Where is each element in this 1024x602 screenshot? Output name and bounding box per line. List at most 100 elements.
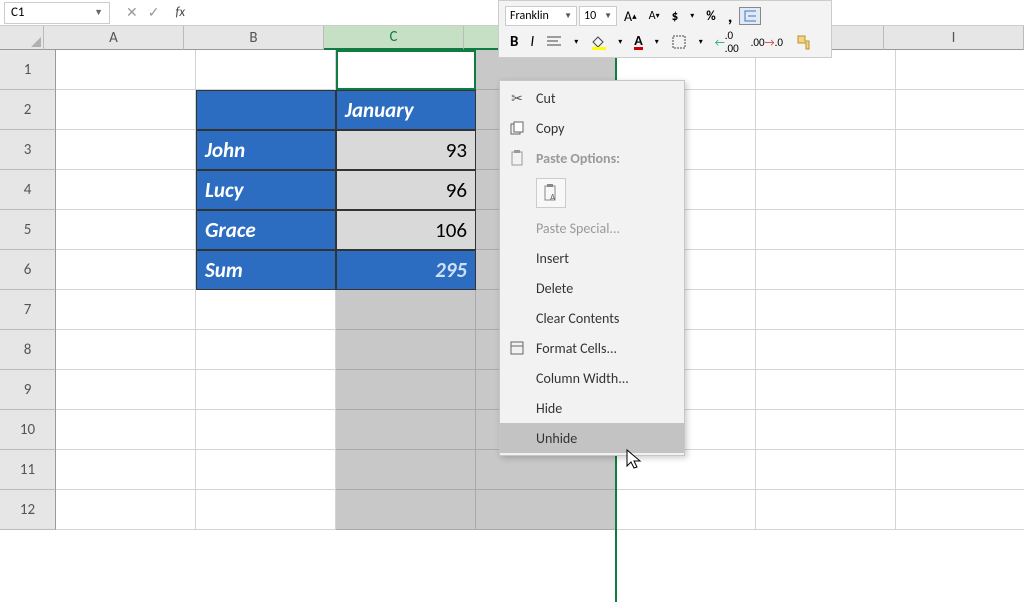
font-dropdown[interactable]: Franklin ▼: [505, 6, 577, 26]
cell[interactable]: [196, 330, 336, 370]
cell[interactable]: [56, 250, 196, 290]
row-header[interactable]: 10: [0, 410, 56, 450]
fx-label[interactable]: fx: [175, 5, 185, 20]
cell[interactable]: [756, 170, 896, 210]
borders-icon[interactable]: [666, 31, 692, 53]
cell[interactable]: [196, 50, 336, 90]
cell-name-lucy[interactable]: Lucy: [196, 170, 336, 210]
col-header-c[interactable]: C: [324, 26, 464, 50]
menu-paste-special[interactable]: Paste Special...: [500, 213, 684, 243]
currency-arrow-icon[interactable]: ▾: [685, 8, 699, 24]
align-arrow-icon[interactable]: ▾: [569, 34, 583, 50]
font-color-arrow-icon[interactable]: ▾: [650, 34, 664, 50]
cell[interactable]: [336, 370, 476, 410]
cell[interactable]: [56, 90, 196, 130]
cell[interactable]: [56, 370, 196, 410]
cell-header-january[interactable]: January: [336, 90, 476, 130]
menu-copy[interactable]: Copy: [500, 113, 684, 143]
cell[interactable]: [616, 490, 756, 530]
cell[interactable]: [196, 490, 336, 530]
cell[interactable]: [56, 50, 196, 90]
row-header[interactable]: 1: [0, 50, 56, 90]
percent-icon[interactable]: %: [701, 6, 720, 27]
increase-font-icon[interactable]: A▴: [619, 5, 642, 28]
cell[interactable]: [56, 410, 196, 450]
cell[interactable]: [756, 90, 896, 130]
cell[interactable]: [756, 490, 896, 530]
cell[interactable]: [896, 450, 1024, 490]
row-header[interactable]: 7: [0, 290, 56, 330]
cell[interactable]: [756, 330, 896, 370]
cell[interactable]: [896, 90, 1024, 130]
col-header-a[interactable]: A: [44, 26, 184, 50]
cancel-formula-icon[interactable]: ✕: [126, 4, 138, 21]
font-size-dropdown[interactable]: 10 ▼: [579, 6, 617, 26]
col-header-i[interactable]: I: [884, 26, 1024, 50]
cell[interactable]: [896, 490, 1024, 530]
currency-icon[interactable]: $: [667, 6, 684, 27]
italic-icon[interactable]: I: [525, 30, 539, 54]
cell[interactable]: [896, 330, 1024, 370]
cell[interactable]: [196, 290, 336, 330]
cell[interactable]: [896, 170, 1024, 210]
cell[interactable]: [336, 490, 476, 530]
cell-name-sum[interactable]: Sum: [196, 250, 336, 290]
cell[interactable]: [56, 450, 196, 490]
accept-formula-icon[interactable]: ✓: [148, 4, 160, 21]
cell[interactable]: [196, 450, 336, 490]
cell[interactable]: [756, 250, 896, 290]
row-header[interactable]: 11: [0, 450, 56, 490]
cell[interactable]: [336, 50, 476, 90]
row-header[interactable]: 5: [0, 210, 56, 250]
cell[interactable]: [56, 290, 196, 330]
cell[interactable]: [196, 370, 336, 410]
cell[interactable]: [56, 170, 196, 210]
row-header[interactable]: 2: [0, 90, 56, 130]
format-painter-icon[interactable]: [790, 30, 818, 54]
menu-hide[interactable]: Hide: [500, 393, 684, 423]
row-header[interactable]: 4: [0, 170, 56, 210]
cell[interactable]: [616, 450, 756, 490]
row-header[interactable]: 3: [0, 130, 56, 170]
decrease-font-icon[interactable]: A▾: [644, 6, 665, 26]
cell[interactable]: [896, 50, 1024, 90]
cell[interactable]: [756, 370, 896, 410]
fill-color-icon[interactable]: [585, 31, 611, 53]
menu-column-width[interactable]: Column Width...: [500, 363, 684, 393]
cell-value[interactable]: 93: [336, 130, 476, 170]
merge-center-icon[interactable]: [739, 7, 761, 25]
row-header[interactable]: 6: [0, 250, 56, 290]
menu-cut[interactable]: ✂ Cut: [500, 83, 684, 113]
cell[interactable]: [896, 290, 1024, 330]
cell[interactable]: [336, 290, 476, 330]
menu-clear-contents[interactable]: Clear Contents: [500, 303, 684, 333]
fill-color-arrow-icon[interactable]: ▾: [613, 34, 627, 50]
cell[interactable]: [56, 330, 196, 370]
cell[interactable]: [896, 210, 1024, 250]
align-icon[interactable]: [541, 32, 567, 52]
cell[interactable]: [756, 450, 896, 490]
menu-format-cells[interactable]: Format Cells...: [500, 333, 684, 363]
cell[interactable]: [756, 210, 896, 250]
cell[interactable]: [896, 130, 1024, 170]
name-box[interactable]: C1 ▼: [4, 2, 110, 24]
cell[interactable]: [896, 410, 1024, 450]
font-color-icon[interactable]: A: [629, 32, 647, 53]
row-header[interactable]: 9: [0, 370, 56, 410]
borders-arrow-icon[interactable]: ▾: [694, 34, 708, 50]
cell[interactable]: [336, 330, 476, 370]
cell-value[interactable]: 106: [336, 210, 476, 250]
col-header-b[interactable]: B: [184, 26, 324, 50]
menu-delete[interactable]: Delete: [500, 273, 684, 303]
cell[interactable]: [56, 210, 196, 250]
cell[interactable]: [196, 410, 336, 450]
cell[interactable]: [336, 410, 476, 450]
cell-name-grace[interactable]: Grace: [196, 210, 336, 250]
row-header[interactable]: 8: [0, 330, 56, 370]
cell-name-john[interactable]: John: [196, 130, 336, 170]
cell[interactable]: [336, 450, 476, 490]
paste-button[interactable]: A: [536, 178, 566, 208]
cell[interactable]: [896, 370, 1024, 410]
menu-unhide[interactable]: Unhide: [500, 423, 684, 453]
cell[interactable]: [756, 410, 896, 450]
